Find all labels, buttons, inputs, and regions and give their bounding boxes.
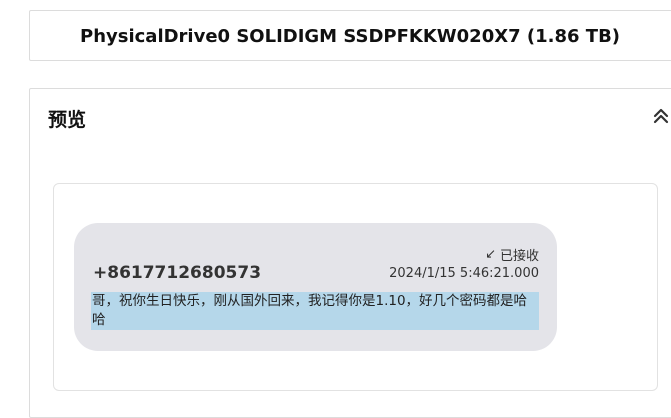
message-bubble[interactable]: ↙ 已接收 +8617712680573 2024/1/15 5:46:21.0… <box>74 223 557 351</box>
drive-title: PhysicalDrive0 SOLIDIGM SSDPFKKW020X7 (1… <box>80 26 621 47</box>
double-chevron-up-icon <box>653 108 669 124</box>
collapse-button[interactable] <box>650 105 671 127</box>
preview-title: 预览 <box>48 109 87 131</box>
message-status-label: 已接收 <box>499 249 539 264</box>
message-container: ↙ 已接收 +8617712680573 2024/1/15 5:46:21.0… <box>53 183 658 391</box>
drive-header-card: PhysicalDrive0 SOLIDIGM SSDPFKKW020X7 (1… <box>29 10 671 61</box>
preview-panel: 预览 ↙ 已接收 +8617712680573 2024/1/15 5:46:2… <box>29 88 671 418</box>
message-status: ↙ 已接收 <box>485 245 539 264</box>
message-timestamp: 2024/1/15 5:46:21.000 <box>389 266 539 281</box>
message-sender: +8617712680573 <box>93 263 262 283</box>
received-arrow-icon: ↙ <box>485 247 496 262</box>
message-body[interactable]: 哥，祝你生日快乐，刚从国外回来，我记得你是1.10，好几个密码都是哈哈 <box>91 292 539 330</box>
